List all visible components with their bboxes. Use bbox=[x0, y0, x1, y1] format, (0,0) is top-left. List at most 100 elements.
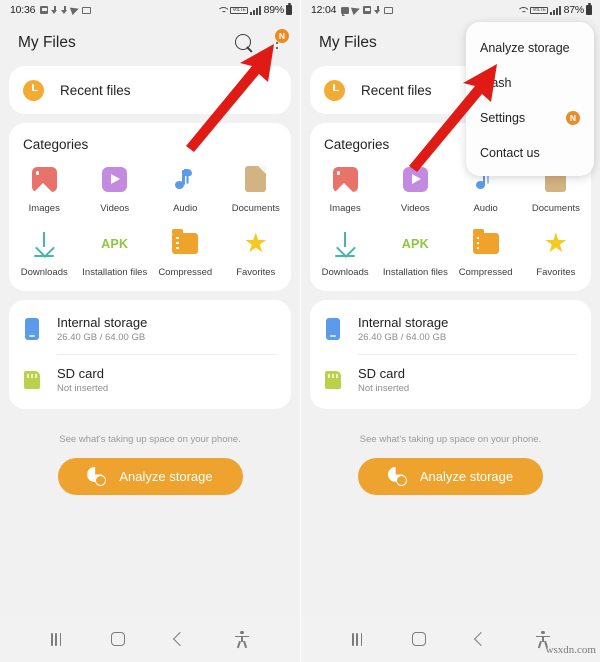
status-time: 10:36 bbox=[10, 4, 36, 16]
search-icon[interactable] bbox=[235, 33, 254, 53]
analyze-storage-button[interactable]: Analyze storage bbox=[57, 457, 243, 495]
category-favorites[interactable]: ★ Favorites bbox=[521, 229, 591, 279]
storage-title: SD card bbox=[358, 365, 405, 381]
menu-item-trash[interactable]: Trash bbox=[466, 65, 594, 100]
pie-chart-search-icon bbox=[388, 467, 407, 486]
storage-item-internal[interactable]: Internal storage 26.40 GB / 64.00 GB bbox=[9, 304, 291, 354]
category-videos[interactable]: Videos bbox=[80, 165, 151, 215]
storage-subtitle: Not inserted bbox=[57, 382, 109, 394]
menu-item-label: Trash bbox=[480, 75, 512, 90]
category-installation-files[interactable]: APK Installation files bbox=[380, 229, 450, 279]
category-compressed[interactable]: Compressed bbox=[150, 229, 221, 279]
message-icon bbox=[40, 6, 49, 14]
category-label: Documents bbox=[231, 203, 280, 214]
back-button[interactable] bbox=[474, 631, 489, 647]
category-images[interactable]: Images bbox=[9, 165, 80, 215]
downloads-icon bbox=[29, 229, 59, 259]
pie-chart-search-icon bbox=[87, 467, 107, 486]
category-downloads[interactable]: Downloads bbox=[9, 229, 80, 279]
storage-item-sdcard[interactable]: SD card Not inserted bbox=[310, 355, 591, 405]
recent-files-card[interactable]: Recent files bbox=[9, 66, 291, 114]
menu-item-label: Settings bbox=[480, 110, 526, 125]
compressed-icon bbox=[471, 229, 501, 259]
downloads-icon bbox=[330, 229, 360, 259]
home-button[interactable] bbox=[412, 632, 427, 646]
status-left-icons bbox=[40, 4, 92, 16]
recents-button[interactable] bbox=[351, 632, 363, 646]
content-area: Recent files Categories Images Videos Au… bbox=[0, 66, 300, 495]
images-icon bbox=[29, 165, 59, 195]
category-label: Videos bbox=[400, 203, 430, 214]
storage-subtitle: 26.40 GB / 64.00 GB bbox=[358, 331, 447, 343]
left-phone-screen: 10:36 VoLTE 89% My Files N Recent files … bbox=[0, 0, 300, 662]
storage-title: SD card bbox=[57, 365, 104, 381]
category-audio[interactable]: Audio bbox=[150, 165, 221, 215]
battery-icon bbox=[586, 3, 592, 15]
page-title: My Files bbox=[319, 34, 377, 51]
storage-texts: SD card Not inserted bbox=[358, 366, 409, 394]
storage-texts: Internal storage 26.40 GB / 64.00 GB bbox=[57, 315, 147, 343]
storage-item-sdcard[interactable]: SD card Not inserted bbox=[9, 355, 291, 405]
documents-icon bbox=[241, 165, 271, 195]
category-label: Documents bbox=[531, 203, 580, 214]
message-icon bbox=[363, 6, 372, 14]
compressed-icon bbox=[170, 229, 200, 259]
analyze-section: See what's taking up space on your phone… bbox=[9, 418, 291, 495]
apk-icon: APK bbox=[401, 236, 430, 251]
analyze-section: See what's taking up space on your phone… bbox=[310, 418, 591, 495]
category-label: Compressed bbox=[458, 266, 513, 278]
wifi-icon bbox=[517, 6, 528, 14]
storage-title: Internal storage bbox=[358, 314, 449, 330]
menu-item-analyze-storage[interactable]: Analyze storage bbox=[466, 30, 594, 65]
download-icon bbox=[374, 5, 381, 15]
category-label: Favorites bbox=[536, 266, 576, 278]
back-button[interactable] bbox=[173, 631, 188, 647]
home-button[interactable] bbox=[111, 632, 126, 646]
categories-grid: Images Videos Audio Documents Downloads … bbox=[9, 165, 291, 279]
status-left-icons bbox=[341, 4, 394, 16]
videos-icon bbox=[400, 165, 430, 195]
wifi-icon bbox=[217, 6, 228, 14]
storage-item-internal[interactable]: Internal storage 26.40 GB / 64.00 GB bbox=[310, 304, 591, 354]
volte-icon: VoLTE bbox=[230, 6, 248, 14]
signal-bars-icon bbox=[549, 5, 561, 15]
category-compressed[interactable]: Compressed bbox=[451, 229, 521, 279]
category-videos[interactable]: Videos bbox=[380, 165, 450, 215]
overflow-menu: Analyze storage Trash Settings N Contact… bbox=[466, 22, 594, 176]
category-label: Images bbox=[329, 203, 361, 214]
category-images[interactable]: Images bbox=[310, 165, 380, 215]
images-icon bbox=[330, 165, 360, 195]
recent-files-row[interactable]: Recent files bbox=[9, 66, 291, 114]
recents-button[interactable] bbox=[50, 632, 62, 646]
image-icon bbox=[82, 6, 92, 14]
audio-icon bbox=[170, 165, 200, 195]
clock-icon bbox=[324, 79, 345, 101]
storage-texts: SD card Not inserted bbox=[57, 366, 108, 394]
recent-files-label: Recent files bbox=[361, 82, 432, 98]
page-title: My Files bbox=[18, 34, 76, 51]
recent-files-label: Recent files bbox=[60, 82, 131, 98]
download-icon bbox=[51, 5, 58, 15]
category-label: Favorites bbox=[236, 266, 276, 278]
analyze-hint: See what's taking up space on your phone… bbox=[359, 433, 542, 445]
category-label: Downloads bbox=[321, 266, 369, 278]
analyze-storage-button[interactable]: Analyze storage bbox=[358, 457, 543, 495]
battery-percent: 89% bbox=[263, 4, 285, 16]
accessibility-button[interactable] bbox=[235, 631, 249, 647]
category-documents[interactable]: Documents bbox=[221, 165, 292, 215]
battery-icon bbox=[286, 3, 292, 15]
telegram-icon bbox=[70, 4, 81, 16]
navigation-bar bbox=[0, 616, 300, 662]
chat-icon bbox=[341, 6, 350, 16]
category-downloads[interactable]: Downloads bbox=[310, 229, 380, 279]
sd-card-icon bbox=[324, 368, 342, 392]
categories-card: Categories Images Videos Audio Documents… bbox=[9, 123, 291, 291]
clock-icon bbox=[23, 79, 44, 101]
more-options-icon[interactable]: N bbox=[268, 29, 289, 53]
category-favorites[interactable]: ★ Favorites bbox=[221, 229, 292, 279]
menu-item-contact-us[interactable]: Contact us bbox=[466, 135, 594, 170]
sd-card-icon bbox=[23, 368, 41, 392]
category-installation-files[interactable]: APK Installation files bbox=[80, 229, 151, 279]
menu-item-settings[interactable]: Settings N bbox=[466, 100, 594, 135]
apk-icon: APK bbox=[101, 236, 129, 251]
